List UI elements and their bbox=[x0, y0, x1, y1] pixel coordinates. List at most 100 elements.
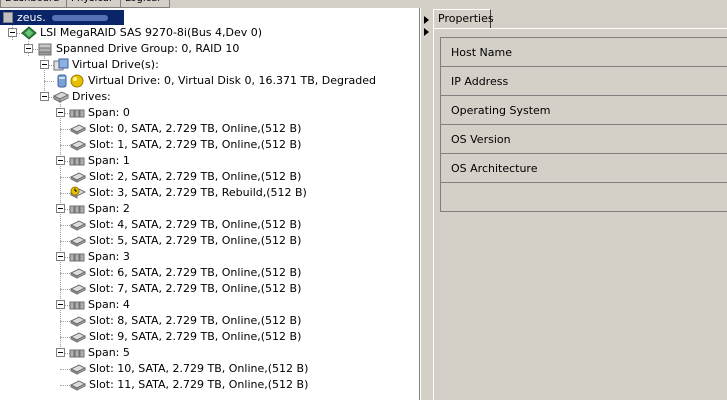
property-row-os-version: OS Version bbox=[441, 125, 727, 154]
physical-disk-icon bbox=[69, 122, 87, 136]
collapse-toggle-icon[interactable] bbox=[56, 204, 65, 213]
tree-guide-line bbox=[60, 337, 70, 338]
span-icon bbox=[69, 298, 85, 312]
tree-guide-line bbox=[60, 177, 70, 178]
tree-item-label: Spanned Drive Group: 0, RAID 10 bbox=[56, 42, 240, 55]
warning-status-icon bbox=[69, 74, 85, 88]
physical-disk-icon bbox=[69, 170, 87, 184]
collapse-toggle-icon[interactable] bbox=[40, 60, 49, 69]
physical-disk-icon bbox=[69, 314, 87, 328]
tree-item-span[interactable]: Span: 0 bbox=[0, 105, 419, 121]
tree-item-slot[interactable]: Slot: 11, SATA, 2.729 TB, Online,(512 B) bbox=[0, 377, 419, 393]
property-row-os-architecture: OS Architecture bbox=[441, 154, 727, 183]
tree-item-label: Span: 4 bbox=[88, 298, 130, 311]
tree-guide-line bbox=[60, 241, 70, 242]
span-icon bbox=[69, 106, 85, 120]
tree-item-label: Slot: 10, SATA, 2.729 TB, Online,(512 B) bbox=[89, 362, 309, 375]
tree-item-slot[interactable]: Slot: 3, SATA, 2.729 TB, Rebuild,(512 B) bbox=[0, 185, 419, 201]
collapse-toggle-icon[interactable] bbox=[24, 44, 33, 53]
tree-item-slot[interactable]: Slot: 8, SATA, 2.729 TB, Online,(512 B) bbox=[0, 313, 419, 329]
tree-item-label: Span: 5 bbox=[88, 346, 130, 359]
collapse-toggle-icon[interactable] bbox=[56, 348, 65, 357]
tree-item-label: Slot: 11, SATA, 2.729 TB, Online,(512 B) bbox=[89, 378, 309, 391]
rebuild-disk-icon bbox=[69, 186, 87, 200]
tree-item-span[interactable]: Span: 5 bbox=[0, 345, 419, 361]
panel-splitter[interactable] bbox=[420, 8, 434, 400]
tree-item-label: Span: 1 bbox=[88, 154, 130, 167]
physical-disk-icon bbox=[69, 234, 87, 248]
collapse-toggle-icon[interactable] bbox=[56, 252, 65, 261]
tree-item-label: Virtual Drive: 0, Virtual Disk 0, 16.371… bbox=[88, 74, 376, 87]
collapse-toggle-icon[interactable] bbox=[56, 108, 65, 117]
tree-guide-line bbox=[60, 273, 70, 274]
tree-item-label: Slot: 0, SATA, 2.729 TB, Online,(512 B) bbox=[89, 122, 302, 135]
tree-item-label: Slot: 1, SATA, 2.729 TB, Online,(512 B) bbox=[89, 138, 302, 151]
collapse-toggle-icon[interactable] bbox=[56, 156, 65, 165]
property-row-empty bbox=[441, 183, 727, 211]
collapse-toggle-icon[interactable] bbox=[40, 92, 49, 101]
tree-guide-line bbox=[60, 225, 70, 226]
top-tab-strip: Dashboard Physical Logical bbox=[0, 0, 727, 8]
property-label: OS Architecture bbox=[451, 162, 538, 175]
span-icon bbox=[69, 202, 85, 216]
property-label: IP Address bbox=[451, 75, 509, 88]
tree-item-span[interactable]: Span: 2 bbox=[0, 201, 419, 217]
span-icon bbox=[69, 250, 85, 264]
tree-item-label: Slot: 5, SATA, 2.729 TB, Online,(512 B) bbox=[89, 234, 302, 247]
tab-physical[interactable]: Physical bbox=[66, 0, 126, 8]
tree-item-host[interactable]: zeus. bbox=[0, 10, 124, 25]
tree-item-controller[interactable]: LSI MegaRAID SAS 9270-8i(Bus 4,Dev 0) bbox=[0, 25, 419, 41]
tree-item-virtual-drive[interactable]: Virtual Drive: 0, Virtual Disk 0, 16.371… bbox=[0, 73, 419, 89]
tree-item-slot[interactable]: Slot: 5, SATA, 2.729 TB, Online,(512 B) bbox=[0, 233, 419, 249]
tree-item-slot[interactable]: Slot: 9, SATA, 2.729 TB, Online,(512 B) bbox=[0, 329, 419, 345]
tab-dashboard[interactable]: Dashboard bbox=[0, 0, 72, 8]
physical-disk-icon bbox=[69, 330, 87, 344]
property-row-operating-system: Operating System bbox=[441, 96, 727, 125]
tree-item-drives[interactable]: Drives: bbox=[0, 89, 419, 105]
redacted-hostname bbox=[52, 15, 108, 21]
tree-item-label: Span: 3 bbox=[88, 250, 130, 263]
property-row-ip-address: IP Address bbox=[441, 67, 727, 96]
tree-item-drive-group[interactable]: Spanned Drive Group: 0, RAID 10 bbox=[0, 41, 419, 57]
collapse-toggle-icon[interactable] bbox=[56, 300, 65, 309]
tree-item-span[interactable]: Span: 3 bbox=[0, 249, 419, 265]
tree-item-slot[interactable]: Slot: 7, SATA, 2.729 TB, Online,(512 B) bbox=[0, 281, 419, 297]
drive-group-icon bbox=[37, 42, 53, 56]
tree-item-slot[interactable]: Slot: 0, SATA, 2.729 TB, Online,(512 B) bbox=[0, 121, 419, 137]
tree-item-span[interactable]: Span: 4 bbox=[0, 297, 419, 313]
collapse-toggle-icon[interactable] bbox=[8, 28, 17, 37]
virtual-disk-icon bbox=[54, 74, 70, 88]
tree-item-label: Drives: bbox=[72, 90, 111, 103]
physical-disk-icon bbox=[69, 362, 87, 376]
span-icon bbox=[69, 346, 85, 360]
tree-item-label: Span: 0 bbox=[88, 106, 130, 119]
tree-item-label: Slot: 2, SATA, 2.729 TB, Online,(512 B) bbox=[89, 170, 302, 183]
tree-guide-line bbox=[44, 81, 54, 82]
expand-arrow-icon[interactable] bbox=[424, 28, 429, 36]
physical-disk-icon bbox=[69, 282, 87, 296]
property-label: OS Version bbox=[451, 133, 511, 146]
tab-logical[interactable]: Logical bbox=[120, 0, 170, 8]
tree-item-label: Virtual Drive(s): bbox=[72, 58, 159, 71]
property-row-host-name: Host Name bbox=[441, 38, 727, 67]
tree-guide-line bbox=[60, 193, 70, 194]
collapse-arrow-icon[interactable] bbox=[424, 16, 429, 24]
tree-item-slot[interactable]: Slot: 2, SATA, 2.729 TB, Online,(512 B) bbox=[0, 169, 419, 185]
controller-icon bbox=[21, 26, 37, 40]
tree-item-slot[interactable]: Slot: 6, SATA, 2.729 TB, Online,(512 B) bbox=[0, 265, 419, 281]
tree-guide-line bbox=[60, 385, 70, 386]
tree-item-label: Slot: 3, SATA, 2.729 TB, Rebuild,(512 B) bbox=[89, 186, 307, 199]
physical-disk-icon bbox=[69, 266, 87, 280]
tree-item-label: Slot: 8, SATA, 2.729 TB, Online,(512 B) bbox=[89, 314, 302, 327]
tree-item-label: Span: 2 bbox=[88, 202, 130, 215]
server-icon bbox=[3, 12, 13, 23]
tree-item-span[interactable]: Span: 1 bbox=[0, 153, 419, 169]
device-tree[interactable]: zeus. LSI MegaRAID SAS 9270-8i(Bus 4,Dev… bbox=[0, 8, 420, 400]
tree-item-label: Slot: 9, SATA, 2.729 TB, Online,(512 B) bbox=[89, 330, 302, 343]
tree-item-slot[interactable]: Slot: 10, SATA, 2.729 TB, Online,(512 B) bbox=[0, 361, 419, 377]
tree-item-virtual-drives[interactable]: Virtual Drive(s): bbox=[0, 57, 419, 73]
tree-item-slot[interactable]: Slot: 4, SATA, 2.729 TB, Online,(512 B) bbox=[0, 217, 419, 233]
tree-item-label: Slot: 4, SATA, 2.729 TB, Online,(512 B) bbox=[89, 218, 302, 231]
tree-item-slot[interactable]: Slot: 1, SATA, 2.729 TB, Online,(512 B) bbox=[0, 137, 419, 153]
tab-properties[interactable]: Properties bbox=[433, 9, 494, 28]
